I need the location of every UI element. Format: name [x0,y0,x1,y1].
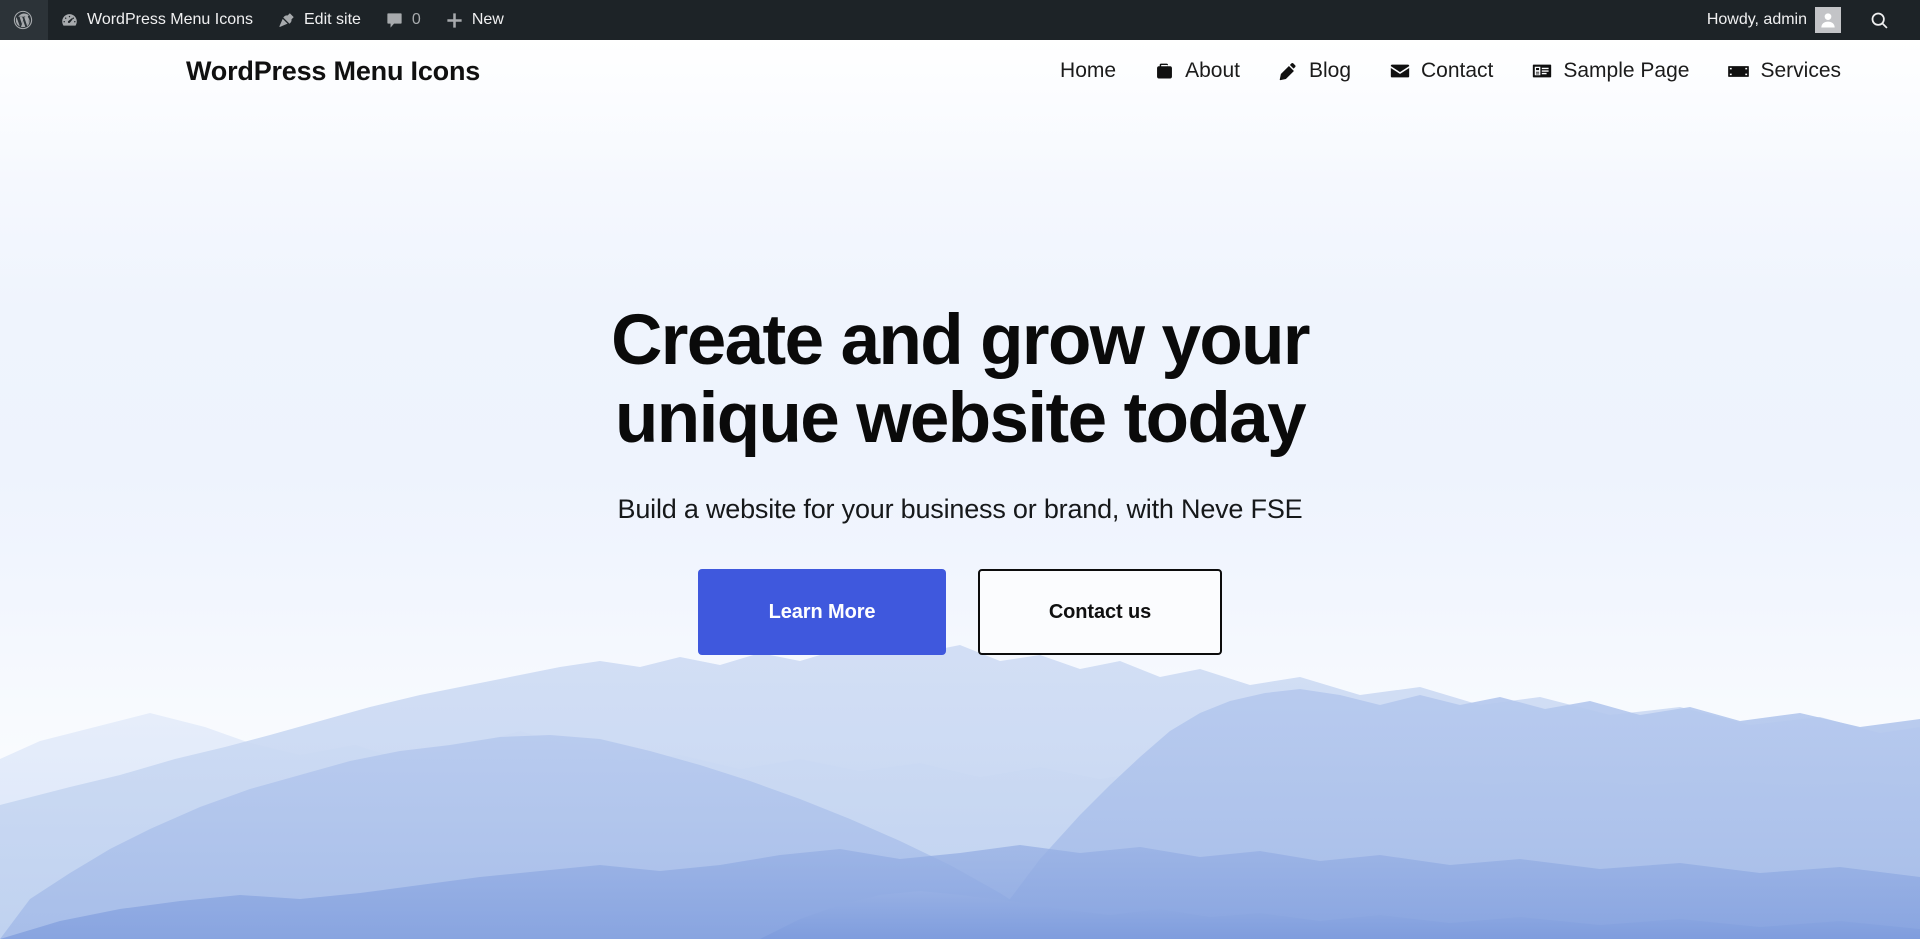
nav-item-home[interactable]: Home [1041,59,1135,83]
envelope-icon [1389,60,1411,82]
nav-label-contact: Contact [1421,59,1494,82]
site-name-label: WordPress Menu Icons [87,11,253,28]
nav-label-sample-page: Sample Page [1563,59,1690,82]
id-card-icon [1531,60,1553,82]
pushpin-icon [277,11,296,30]
nav-label-home: Home [1060,59,1117,82]
wordpress-logo-icon [12,9,34,31]
primary-navigation: Home About Blog Contact Sample Page Serv… [1041,59,1860,83]
edit-site-label: Edit site [304,11,361,28]
contact-us-button[interactable]: Contact us [978,569,1222,656]
new-content-menu[interactable]: New [433,0,516,40]
page-title: Create and grow your unique website toda… [490,301,1430,459]
new-content-label: New [471,11,504,28]
nav-item-blog[interactable]: Blog [1259,59,1370,83]
wordpress-logo-button[interactable] [0,0,48,40]
nav-item-services[interactable]: Services [1708,59,1860,83]
hero-title-line-2: unique website today [615,379,1307,459]
wp-admin-bar: WordPress Menu Icons Edit site 0 New How… [0,0,1920,40]
comment-bubble-icon [385,11,404,30]
nav-item-about[interactable]: About [1135,59,1259,83]
edit-site-menu[interactable]: Edit site [265,0,373,40]
comments-count: 0 [411,11,421,28]
plus-icon [445,11,464,30]
learn-more-button[interactable]: Learn More [698,569,946,656]
admin-bar-search-button[interactable] [1853,0,1906,40]
mountain-landscape-illustration [0,609,1920,939]
briefcase-icon [1154,61,1175,82]
howdy-label: Howdy, admin [1706,11,1807,28]
nav-label-about: About [1185,59,1240,82]
site-title[interactable]: WordPress Menu Icons [186,56,480,87]
hero-button-group: Learn More Contact us [0,569,1920,656]
nav-label-blog: Blog [1308,59,1351,82]
site-header: WordPress Menu Icons Home About Blog Con… [0,40,1920,102]
hero-section: Create and grow your unique website toda… [0,40,1920,939]
my-account-menu[interactable]: Howdy, admin [1695,0,1853,40]
hero-title-line-1: Create and grow your [611,301,1310,380]
banknote-icon [1727,60,1750,83]
search-icon [1869,10,1890,31]
dashboard-icon [60,11,79,30]
user-avatar-icon [1815,7,1841,33]
site-name-menu[interactable]: WordPress Menu Icons [48,0,265,40]
comments-menu[interactable]: 0 [373,0,433,40]
pencil-icon [1278,61,1299,82]
nav-label-services: Services [1760,59,1841,82]
nav-item-sample-page[interactable]: Sample Page [1512,59,1708,83]
hero-subtitle: Build a website for your business or bra… [617,494,1303,525]
hero-content: Create and grow your unique website toda… [0,40,1920,656]
nav-item-contact[interactable]: Contact [1370,59,1512,83]
admin-bar-right-group: Howdy, admin [1695,0,1920,40]
admin-bar-left-group: WordPress Menu Icons Edit site 0 New [0,0,516,40]
